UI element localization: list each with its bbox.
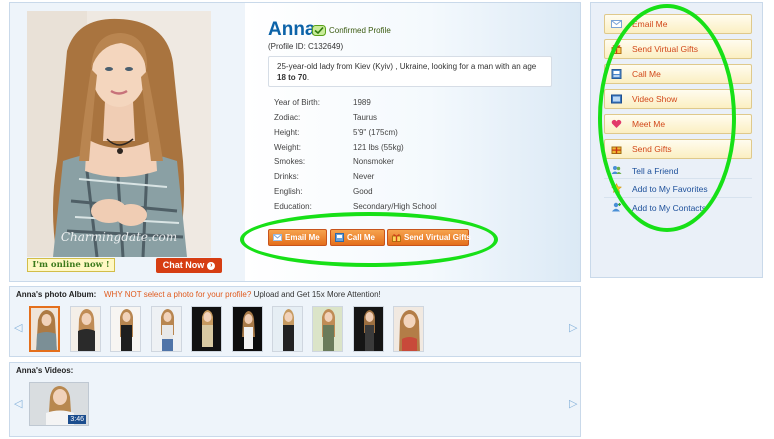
- album-prev-arrow[interactable]: ◁: [14, 321, 22, 334]
- fact-value: 121 lbs (55kg): [353, 143, 404, 152]
- envelope-icon: [611, 20, 622, 28]
- chat-now-button[interactable]: Chat Now ›: [156, 258, 222, 273]
- intro-age-to: 70: [297, 73, 307, 82]
- fact-value: Secondary/High School: [353, 202, 437, 211]
- album-thumbnail[interactable]: [191, 306, 222, 352]
- photo-album-title: Anna's photo Album:: [16, 290, 97, 299]
- album-upload-link[interactable]: Upload and Get 15x More Attention!: [254, 290, 381, 299]
- profile-name: Anna: [268, 19, 316, 40]
- profile-id: (Profile ID: C132649): [268, 42, 344, 51]
- fact-value: 1989: [353, 98, 371, 107]
- confirmed-profile-label: Confirmed Profile: [329, 26, 391, 35]
- annotation-ellipse: [240, 212, 498, 267]
- fact-value: Taurus: [353, 113, 378, 122]
- annotation-ellipse: [598, 4, 736, 232]
- album-upload-note: WHY NOT select a photo for your profile?…: [104, 290, 381, 299]
- intro-text: 25-year-old lady from Kiev (Kyiv) , Ukra…: [277, 62, 537, 71]
- videos-prev-arrow[interactable]: ◁: [14, 397, 22, 410]
- fact-value: Nonsmoker: [353, 157, 394, 166]
- fact-label: Weight:: [274, 143, 301, 152]
- videos-next-arrow[interactable]: ▷: [569, 397, 577, 410]
- profile-photo[interactable]: Charmingdate.com: [27, 11, 211, 257]
- album-thumbnail[interactable]: [70, 306, 101, 352]
- chat-now-label: Chat Now: [162, 260, 205, 270]
- intro-end: .: [306, 73, 310, 82]
- video-duration: 3:46: [68, 415, 86, 424]
- confirmed-badge-icon: [312, 25, 326, 36]
- fact-label: Zodiac:: [274, 113, 301, 122]
- album-warning: WHY NOT select a photo for your profile?: [104, 290, 252, 299]
- album-thumbnail[interactable]: [29, 306, 60, 352]
- photo-watermark: Charmingdate.com: [61, 230, 177, 244]
- fact-label: Height:: [274, 128, 300, 137]
- fact-label: Smokes:: [274, 157, 306, 166]
- album-thumbnail[interactable]: [272, 306, 303, 352]
- fact-value: 5'9" (175cm): [353, 128, 398, 137]
- album-thumbnail[interactable]: [110, 306, 141, 352]
- fact-value: Good: [353, 187, 373, 196]
- videos-panel: [9, 362, 581, 437]
- fact-value: Never: [353, 172, 375, 181]
- album-thumbnail[interactable]: [393, 306, 424, 352]
- profile-intro: 25-year-old lady from Kiev (Kyiv) , Ukra…: [268, 56, 552, 87]
- chevron-right-icon: ›: [207, 261, 216, 270]
- album-thumbnail[interactable]: [151, 306, 182, 352]
- fact-label: Year of Birth:: [274, 98, 320, 107]
- video-thumbnail[interactable]: 3:46: [29, 382, 89, 426]
- album-thumbnail[interactable]: [353, 306, 384, 352]
- contact-icon: [612, 202, 621, 212]
- fact-label: Education:: [274, 202, 312, 211]
- fact-label: English:: [274, 187, 303, 196]
- album-thumbnail[interactable]: [312, 306, 343, 352]
- intro-age-from: 18 to: [277, 73, 296, 82]
- album-next-arrow[interactable]: ▷: [569, 321, 577, 334]
- album-thumbnail[interactable]: [232, 306, 263, 352]
- fact-label: Drinks:: [274, 172, 299, 181]
- online-status-badge: I'm online now !: [27, 258, 115, 272]
- videos-title: Anna's Videos:: [16, 366, 74, 375]
